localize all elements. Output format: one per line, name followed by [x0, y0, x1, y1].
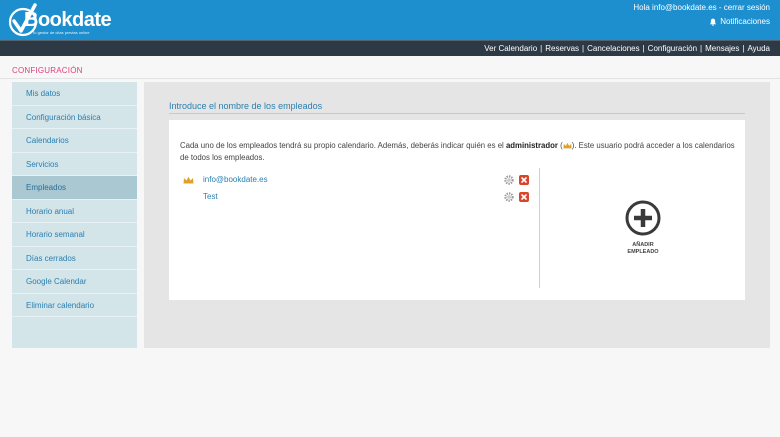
nav-separator: |	[700, 44, 703, 53]
nav-separator: |	[540, 44, 543, 53]
top-header: Bookdate Tu gestor de citas previas onli…	[0, 0, 780, 40]
delete-employee-button[interactable]	[519, 192, 529, 202]
divider	[0, 78, 780, 79]
add-employee-button[interactable]: AÑADIR EMPLEADO	[615, 200, 671, 260]
gear-icon[interactable]	[504, 192, 514, 202]
nav-separator: |	[742, 44, 745, 53]
sidebar-item-horario-semanal[interactable]: Horario semanal	[12, 223, 137, 247]
add-label-line-2: EMPLEADO	[627, 249, 659, 255]
nav-cancelaciones[interactable]: Cancelaciones	[587, 44, 639, 53]
gear-icon[interactable]	[504, 175, 514, 185]
close-icon	[521, 194, 527, 200]
sidebar-item-calendarios[interactable]: Calendarios	[12, 129, 137, 153]
employee-name[interactable]: info@bookdate.es	[203, 175, 268, 184]
sidebar-item-configuracion-basica[interactable]: Configuración básica	[12, 106, 137, 129]
nav-mensajes[interactable]: Mensajes	[705, 44, 739, 53]
employee-row: info@bookdate.es	[181, 172, 533, 189]
sidebar: Mis datos Configuración básica Calendari…	[12, 82, 137, 348]
sidebar-item-horario-anual[interactable]: Horario anual	[12, 200, 137, 223]
user-greeting[interactable]: Hola info@bookdate.es - cerrar sesión	[633, 3, 770, 12]
main-panel: Introduce el nombre de los empleados Cad…	[144, 82, 770, 348]
crown-icon	[183, 176, 194, 184]
employee-row: Test	[181, 189, 533, 206]
vertical-divider	[539, 168, 540, 288]
delete-employee-button[interactable]	[519, 175, 529, 185]
sidebar-item-dias-cerrados[interactable]: Días cerrados	[12, 247, 137, 270]
sidebar-item-mis-datos[interactable]: Mis datos	[12, 82, 137, 106]
page-title: CONFIGURACIÓN	[12, 66, 83, 75]
nav-links: Ver Calendario | Reservas | Cancelaciones | Co…	[484, 44, 770, 53]
employee-list: info@bookdate.es Test	[181, 172, 533, 206]
notifications-label: Notificaciones	[720, 17, 770, 26]
nav-ayuda[interactable]: Ayuda	[747, 44, 770, 53]
close-icon	[521, 177, 527, 183]
sidebar-item-servicios[interactable]: Servicios	[12, 153, 137, 176]
nav-reservas[interactable]: Reservas	[545, 44, 579, 53]
nav-ver-calendario[interactable]: Ver Calendario	[484, 44, 537, 53]
sidebar-item-eliminar-calendario[interactable]: Eliminar calendario	[12, 294, 137, 317]
bookdate-logo[interactable]: Bookdate Tu gestor de citas previas onli…	[8, 3, 128, 37]
logo-text: Bookdate	[24, 9, 112, 31]
nav-separator: |	[582, 44, 585, 53]
employees-description: Cada uno de los empleados tendrá su prop…	[180, 140, 740, 163]
notifications-link[interactable]: Notificaciones	[709, 17, 770, 26]
sidebar-item-empleados[interactable]: Empleados	[12, 176, 137, 200]
employee-name[interactable]: Test	[203, 192, 218, 201]
employees-heading: Introduce el nombre de los empleados	[169, 101, 323, 111]
employees-card: Cada uno de los empleados tendrá su prop…	[169, 120, 745, 300]
desc-text-1: Cada uno de los empleados tendrá su prop…	[180, 141, 506, 150]
logo-tagline: Tu gestor de citas previas online	[32, 30, 90, 35]
main-nav: Ver Calendario | Reservas | Cancelaciones | Co…	[0, 40, 780, 56]
heading-divider	[169, 113, 745, 114]
desc-admin-word: administrador	[505, 141, 558, 150]
bell-icon	[709, 18, 717, 26]
sidebar-item-google-calendar[interactable]: Google Calendar	[12, 270, 137, 294]
add-employee-label: AÑADIR EMPLEADO	[615, 242, 671, 256]
nav-separator: |	[642, 44, 645, 53]
add-label-line-1: AÑADIR	[632, 242, 654, 248]
plus-circle-icon	[625, 200, 661, 236]
nav-configuracion[interactable]: Configuración	[648, 44, 697, 53]
crown-icon	[563, 143, 572, 149]
